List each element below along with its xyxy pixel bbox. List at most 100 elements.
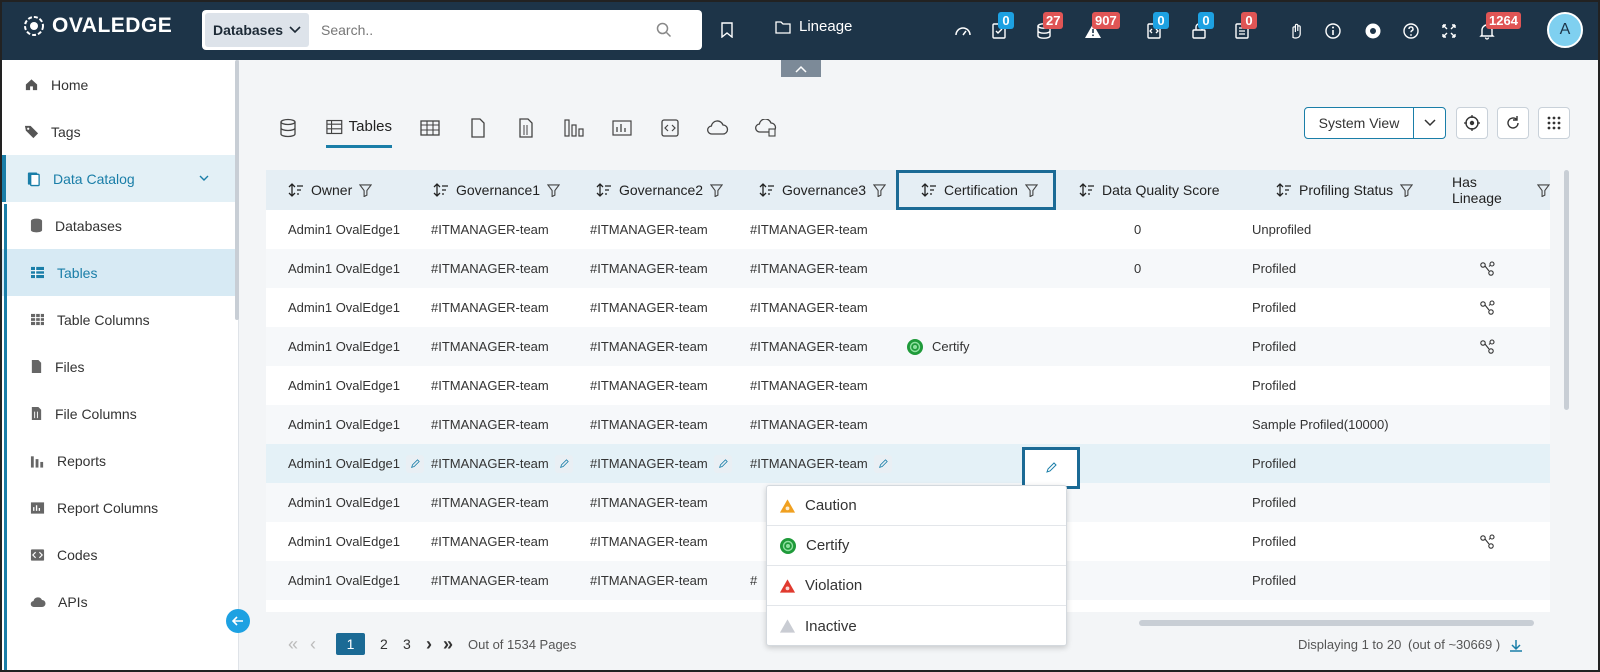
sidebar-item-table-columns[interactable]: Table Columns	[2, 296, 235, 343]
sidebar-item-file-columns[interactable]: File Columns	[2, 390, 235, 437]
table-row[interactable]: Admin1 OvalEdge1 #ITMANAGER-team #ITMANAGE…	[266, 444, 1550, 483]
brand-name: OVALEDGE	[52, 14, 173, 37]
bookmark-icon[interactable]	[720, 22, 734, 38]
sidebar-item-data-catalog[interactable]: Data Catalog	[2, 155, 235, 202]
filter-icon[interactable]	[1400, 183, 1414, 197]
tab-api-fields[interactable]	[742, 108, 790, 148]
sidebar-item-apis[interactable]: APIs	[2, 578, 235, 625]
filter-icon[interactable]	[710, 183, 724, 197]
target-button[interactable]	[1456, 107, 1488, 139]
lineage-icon[interactable]	[1480, 288, 1496, 327]
view-select-caret[interactable]	[1413, 108, 1445, 138]
cell-text: 0	[1134, 222, 1142, 237]
grid-horizontal-scrollbar[interactable]	[1139, 620, 1534, 626]
cell-text: #ITMANAGER-team	[431, 417, 549, 432]
col-header-has-lineage[interactable]: Has Lineage	[1452, 170, 1550, 210]
cert-option-inactive[interactable]: Inactive	[767, 606, 1066, 646]
table-row[interactable]: Admin1 OvalEdge1 #ITMANAGER-team #ITMANAGE…	[266, 288, 1550, 327]
page-3-button[interactable]: 3	[403, 633, 411, 655]
refresh-button[interactable]	[1497, 107, 1529, 139]
table-row[interactable]: Admin1 OvalEdge1 #ITMANAGER-team #ITMANAGE…	[266, 249, 1550, 288]
tab-files[interactable]	[454, 108, 502, 148]
filter-icon[interactable]	[873, 183, 887, 197]
sidebar-item-tags[interactable]: Tags	[2, 108, 235, 155]
search-button[interactable]	[644, 22, 684, 38]
avatar[interactable]: A	[1547, 12, 1583, 48]
col-header-governance3[interactable]: Governance3	[759, 170, 887, 210]
previous-page-icon[interactable]: ‹	[310, 633, 316, 655]
filter-icon[interactable]	[1537, 183, 1550, 197]
sidebar-item-files[interactable]: Files	[2, 343, 235, 390]
col-header-profiling-status[interactable]: Profiling Status	[1276, 170, 1414, 210]
lineage-button[interactable]: Lineage	[775, 18, 852, 35]
info-icon[interactable]	[1324, 22, 1342, 40]
filter-icon[interactable]	[547, 183, 561, 197]
fullscreen-icon[interactable]	[1440, 22, 1458, 40]
col-header-data-quality-score[interactable]: Data Quality Score	[1079, 170, 1220, 210]
edit-gov3-button[interactable]	[873, 454, 892, 473]
sidebar-item-report-columns[interactable]: Report Columns	[2, 484, 235, 531]
tab-tables[interactable]: Tables	[326, 108, 392, 148]
cell-gov1: #ITMANAGER-team	[431, 522, 549, 561]
sidebar-item-reports[interactable]: Reports	[2, 437, 235, 484]
tab-reports[interactable]	[550, 108, 598, 148]
view-select[interactable]: System View	[1304, 107, 1446, 139]
sidebar-collapse-button[interactable]	[226, 609, 250, 633]
cell-text: Admin1 OvalEdge1	[288, 339, 401, 354]
hand-icon[interactable]	[1287, 22, 1305, 40]
sidebar-item-databases[interactable]: Databases	[2, 202, 235, 249]
lineage-icon[interactable]	[1480, 522, 1496, 561]
first-page-icon[interactable]: «	[288, 633, 298, 655]
col-header-owner[interactable]: Owner	[288, 170, 373, 210]
search-input[interactable]	[309, 13, 644, 47]
tab-apis[interactable]	[694, 108, 742, 148]
last-page-icon[interactable]: »	[443, 633, 453, 655]
cert-option-certify[interactable]: Certify	[767, 526, 1066, 566]
tab-table-columns[interactable]	[406, 108, 454, 148]
table-row[interactable]: Admin1 OvalEdge1 #ITMANAGER-team #ITMANAGE…	[266, 327, 1550, 366]
sidebar-item-home[interactable]: Home	[2, 61, 235, 108]
sidebar-item-codes[interactable]: Codes	[2, 531, 235, 578]
tab-codes[interactable]	[646, 108, 694, 148]
lineage-icon[interactable]	[1480, 327, 1496, 366]
brand-logo[interactable]: OVALEDGE	[22, 14, 172, 38]
edit-owner-button[interactable]	[406, 454, 425, 473]
col-header-governance2[interactable]: Governance2	[596, 170, 724, 210]
col-header-certification[interactable]: Certification	[896, 170, 1056, 210]
cell-owner: Admin1 OvalEdge1	[288, 327, 400, 366]
search-category-select[interactable]: Databases	[205, 13, 309, 47]
notification-badge: 1264	[1486, 12, 1521, 29]
dashboard-icon[interactable]	[954, 22, 972, 40]
grid-menu-button[interactable]	[1538, 107, 1570, 139]
next-page-icon[interactable]: ›	[426, 633, 432, 655]
table-row[interactable]: Admin1 OvalEdge1 #ITMANAGER-team #ITMANAGE…	[266, 405, 1550, 444]
tab-report-columns[interactable]	[598, 108, 646, 148]
database-icon	[280, 118, 296, 138]
download-icon[interactable]	[1508, 638, 1524, 654]
edit-gov2-button[interactable]	[713, 454, 732, 473]
cert-option-violation[interactable]: Violation	[767, 566, 1066, 606]
table-row[interactable]: Admin1 OvalEdge1 #ITMANAGER-team #ITMANAGE…	[266, 366, 1550, 405]
collapse-header-toggle[interactable]	[781, 60, 821, 77]
chrome-icon[interactable]	[1364, 22, 1382, 40]
lineage-icon[interactable]	[1480, 249, 1496, 288]
col-header-governance1[interactable]: Governance1	[433, 170, 561, 210]
certification-edit-button[interactable]	[1022, 447, 1080, 489]
cell-owner: Admin1 OvalEdge1	[288, 444, 425, 483]
page-1-button[interactable]: 1	[336, 633, 365, 655]
filter-icon[interactable]	[359, 183, 373, 197]
folder-icon	[775, 20, 791, 34]
edit-gov1-button[interactable]	[554, 454, 573, 473]
table-row[interactable]: Admin1 OvalEdge1 #ITMANAGER-team #ITMANAGE…	[266, 210, 1550, 249]
page-2-button[interactable]: 2	[380, 633, 388, 655]
tab-databases[interactable]	[264, 108, 312, 148]
cell-text: #ITMANAGER-team	[590, 573, 708, 588]
cert-option-caution[interactable]: Caution	[767, 486, 1066, 526]
help-icon[interactable]	[1402, 22, 1420, 40]
grid-vertical-scrollbar[interactable]	[1564, 170, 1569, 410]
filter-icon[interactable]	[1024, 183, 1038, 197]
sidebar-scrollbar[interactable]	[235, 60, 239, 320]
cell-text: Admin1 OvalEdge1	[288, 495, 401, 510]
sidebar-item-tables[interactable]: Tables	[2, 249, 235, 296]
tab-file-columns[interactable]	[502, 108, 550, 148]
